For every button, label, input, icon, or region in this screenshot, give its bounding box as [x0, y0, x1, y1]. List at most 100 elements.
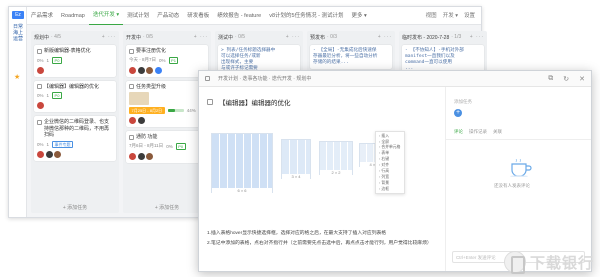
table-preview-image[interactable]: 6 × 6: [211, 133, 273, 193]
task-card[interactable]: 企业微信的二维码登录、也支持微信那种的二维码，不用再扫码 0% 1 事件专题: [34, 116, 116, 161]
task-complete-checkbox[interactable]: [207, 99, 213, 106]
menu-item[interactable]: 边框: [376, 186, 404, 192]
nav-item-roadmap[interactable]: Roadmap: [57, 7, 89, 25]
task-progress: 0%: [37, 93, 44, 98]
add-task-button[interactable]: + 添加任务: [31, 204, 119, 211]
column-header: 开发中 · 0/5 + ···: [123, 31, 211, 43]
comment-tabs: 评论 操作记录 关联: [454, 129, 502, 135]
avatar: [137, 152, 145, 160]
column-count: · 0/3: [327, 34, 338, 40]
task-card[interactable]: 新版编辑器-表格优化 0% 1 P0: [34, 45, 116, 77]
task-checkbox[interactable]: [37, 84, 42, 89]
task-subtasks: 1: [46, 93, 50, 98]
comment-panel: 添加任务 + 评论 操作记录 关联 还没有人发表评论 Ctrl+Enter 发送…: [445, 87, 591, 271]
task-subtasks: 1: [46, 141, 50, 147]
column-menu-icon[interactable]: + ···: [470, 34, 484, 40]
task-title: 任务类型升级: [136, 83, 167, 90]
task-title: 新版编辑器-表格优化: [44, 48, 91, 54]
nav-item-test-plan[interactable]: 测试计划: [123, 7, 153, 25]
nav-item-product-news[interactable]: 产品动态: [153, 7, 183, 25]
avatar: [137, 117, 145, 124]
nav-item-report[interactable]: 绩效报告 - feature: [213, 7, 265, 25]
nav-item-dev-board[interactable]: 研发看板: [183, 7, 213, 25]
breadcrumb[interactable]: 开发计划 · 迭事各功能 · 迭代开发 · 规划中: [218, 75, 311, 82]
dev-button[interactable]: 开发 ▾: [443, 7, 458, 25]
column-title: 测试中: [218, 34, 234, 41]
priority-tag: P0: [52, 56, 62, 64]
column-menu-icon[interactable]: + ···: [102, 34, 116, 40]
avatar: [54, 150, 61, 158]
task-progress: 0%: [37, 57, 44, 63]
task-progress: 0%: [166, 143, 173, 149]
settings-button[interactable]: 设置: [464, 7, 475, 25]
column-title: 规划中: [34, 34, 50, 41]
task-dates: 7月6日 - 8月11日: [129, 143, 164, 148]
project-badge[interactable]: Ez: [12, 11, 24, 19]
task-checkbox[interactable]: [205, 76, 210, 82]
avatar: [129, 66, 136, 74]
task-content: 【编辑器】编辑器的优化 6 × 6 3 × 4 2 × 2 4 × 2 插入 全…: [199, 87, 445, 271]
table-size-gallery: 6 × 6 3 × 4 2 × 2 4 × 2: [211, 133, 399, 211]
star-icon[interactable]: ★: [14, 73, 20, 81]
tab-related[interactable]: 关联: [493, 129, 502, 135]
task-card[interactable]: - 【全局】-无集成化后快速保 存器最近分析，将一些自动分析 存储的的结果...: [310, 45, 392, 69]
task-heading: 【编辑器】编辑器的优化: [207, 97, 291, 107]
menu-item[interactable]: 合并单元格: [376, 145, 404, 151]
avatar: [37, 150, 44, 158]
coffee-cup-icon: [510, 159, 532, 177]
tab-comments[interactable]: 评论: [454, 129, 463, 135]
task-card[interactable]: 【编辑器】编辑器的优化 0% 1 P0: [34, 80, 116, 112]
column-menu-icon[interactable]: + ···: [378, 34, 392, 40]
column-header: 临时发布 - 2020-7-28 · 1/3 + ···: [399, 31, 487, 43]
avatar: [154, 66, 162, 74]
column-header: 规划中 · 4/5 + ···: [31, 31, 119, 43]
table-context-menu: 插入 全屏 合并单元格 表单 右键 对齐 行高 列宽 背景 边框: [375, 131, 405, 194]
task-description: - 【不协知人】-手机对外部 manifest一直我们以及 command一直可…: [405, 48, 464, 71]
nav-item-more[interactable]: 更多 ▾: [348, 7, 371, 25]
nav-item-requirements[interactable]: 产品需求: [27, 7, 57, 25]
add-icon[interactable]: +: [454, 109, 462, 117]
tab-history[interactable]: 操作记录: [469, 129, 487, 135]
dialog-tools: ⧉ ↻ ✕: [548, 75, 585, 83]
table-preview-image[interactable]: 3 × 4: [281, 139, 311, 179]
task-checkbox[interactable]: [37, 48, 42, 54]
task-checkbox[interactable]: [129, 48, 134, 54]
task-checkbox[interactable]: [129, 134, 134, 140]
window-icon[interactable]: ⧉: [548, 75, 553, 83]
task-card[interactable]: 通防 功能 7月6日 - 8月11日 0% P0: [126, 131, 208, 163]
project-sidebar: Ez 日常海上运营 ★: [9, 7, 27, 217]
refresh-icon[interactable]: ↻: [563, 75, 569, 83]
view-button[interactable]: 视图: [426, 7, 437, 25]
task-cover-image: [129, 92, 149, 105]
watermark-text: 下载银行: [529, 254, 594, 272]
column-title: 临时发布 - 2020-7-28: [402, 34, 450, 41]
column-menu-icon[interactable]: + ···: [194, 34, 208, 40]
task-progress: 44%: [186, 108, 196, 113]
task-detail-dialog: 开发计划 · 迭事各功能 · 迭代开发 · 规划中 ⧉ ↻ ✕ 【编辑器】编辑器…: [198, 70, 592, 272]
avatar: [146, 66, 153, 74]
watermark-logo: [503, 251, 526, 274]
priority-tag: P1: [168, 56, 179, 64]
avatar: [137, 66, 145, 74]
priority-tag: P0: [52, 92, 62, 99]
table-preview-image[interactable]: 2 × 2: [319, 141, 353, 175]
avatar: [129, 152, 136, 160]
task-dates: 7月25日 - 8月2日: [129, 107, 165, 114]
close-icon[interactable]: ✕: [579, 75, 585, 83]
task-checkbox[interactable]: [37, 119, 42, 125]
nav-item-iteration[interactable]: 迭代开发 ▾: [88, 6, 124, 25]
task-progress: 0%: [159, 57, 166, 63]
column-planning: 规划中 · 4/5 + ··· 新版编辑器-表格优化 0% 1 P0 【编辑器】编辑…: [31, 31, 119, 213]
avatar: [129, 117, 136, 124]
task-description: > 列表/任务标题选择器中 可以选择任务/或新 出现样式，主要 与或许子标记需要: [221, 48, 276, 71]
project-title[interactable]: 日常海上运营: [13, 24, 23, 42]
column-count: · 4/5: [51, 34, 62, 40]
task-card[interactable]: 任务类型升级 7月25日 - 8月2日 44%: [126, 80, 208, 127]
avatar: [146, 152, 153, 160]
column-menu-icon[interactable]: + ···: [286, 34, 300, 40]
task-title[interactable]: 【编辑器】编辑器的优化: [219, 97, 291, 107]
task-card[interactable]: 要事注册优化 今天 - 8月7日 0% P1: [126, 45, 208, 77]
task-checkbox[interactable]: [129, 84, 134, 89]
dialog-header: 开发计划 · 迭事各功能 · 迭代开发 · 规划中 ⧉ ↻ ✕: [199, 71, 591, 87]
nav-item-v8-plan[interactable]: v8计划的5任务情况 - 测试计划: [265, 7, 347, 25]
